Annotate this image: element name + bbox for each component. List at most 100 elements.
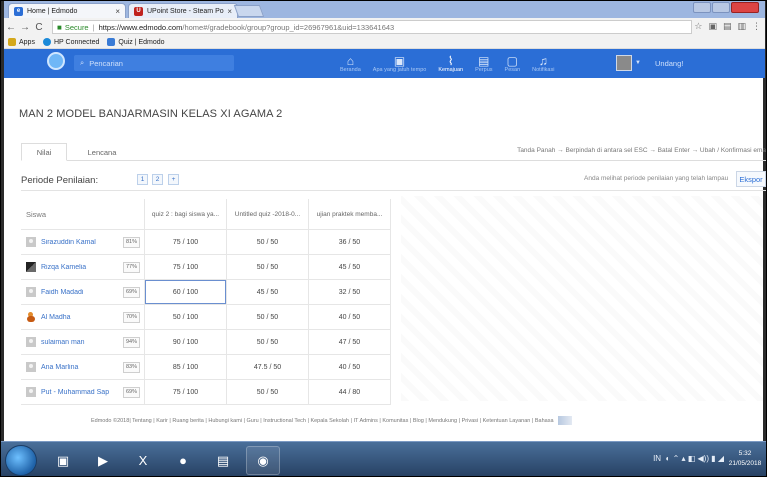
grade-cell[interactable]: 85 / 100 xyxy=(145,355,227,379)
extension-icon[interactable]: ▤ xyxy=(723,21,732,32)
menu-icon[interactable]: ⋮ xyxy=(752,21,761,32)
excel-taskbar-icon[interactable]: X xyxy=(126,446,160,475)
period-2-button[interactable]: 2 xyxy=(152,174,163,185)
edmodo-logo-icon[interactable] xyxy=(47,52,65,70)
grade-cell[interactable]: 90 / 100 xyxy=(145,330,227,354)
grade-cell[interactable]: 45 / 50 xyxy=(227,280,309,304)
system-clock[interactable]: 5:32 21/05/2018 xyxy=(728,449,762,469)
media-player-taskbar-icon[interactable]: ▶ xyxy=(86,446,120,475)
footer-link[interactable]: Mendukung xyxy=(428,418,457,424)
invite-link[interactable]: Undang! xyxy=(655,59,683,68)
grade-cell[interactable]: 50 / 100 xyxy=(145,305,227,329)
footer-link[interactable]: Privasi xyxy=(462,418,479,424)
tray-icons[interactable]: ◐ ⌃ ▴ ◧ ◀)) ▮ ◢ xyxy=(663,454,724,463)
user-avatar[interactable] xyxy=(616,55,632,71)
student-name[interactable]: Rizqa Kamelia xyxy=(41,264,123,271)
period-1-button[interactable]: 1 xyxy=(137,174,148,185)
back-arrow-icon[interactable]: ← xyxy=(4,22,18,33)
footer-link[interactable]: Karir xyxy=(156,418,168,424)
photo-viewer-taskbar-icon[interactable]: ▤ xyxy=(206,446,240,475)
footer-link[interactable]: Blog xyxy=(413,418,424,424)
footer-link[interactable]: Komunitas xyxy=(382,418,408,424)
grade-cell[interactable]: 50 / 50 xyxy=(227,230,309,254)
nav-kemajuan[interactable]: ⌇ Kemajuan xyxy=(432,49,469,78)
chevron-down-icon[interactable]: ▼ xyxy=(635,60,641,66)
bookmark-hp-connected[interactable]: HP Connected xyxy=(42,38,99,46)
new-tab-button[interactable] xyxy=(233,5,265,17)
maximize-button[interactable] xyxy=(712,2,730,13)
student-name[interactable]: Put - Muhammad Sap xyxy=(41,389,123,396)
student-cell[interactable]: Ana Marlina 83% xyxy=(21,355,145,379)
tab-nilai[interactable]: Nilai xyxy=(21,143,67,161)
nav-pesan[interactable]: ▢ Pesan xyxy=(499,49,527,78)
extension-icon[interactable]: ▣ xyxy=(708,21,717,32)
footer-link[interactable]: IT Admins xyxy=(353,418,377,424)
browser-tab-edmodo[interactable]: e Home | Edmodo × xyxy=(8,3,126,18)
export-button[interactable]: Ekspor xyxy=(736,171,766,187)
nav-due[interactable]: ▣ Apa yang jatuh tempo xyxy=(367,49,433,78)
footer-link[interactable]: Guru xyxy=(247,418,259,424)
student-cell[interactable]: Al Madha 70% xyxy=(21,305,145,329)
grade-cell[interactable]: 75 / 100 xyxy=(145,255,227,279)
extension-icon[interactable]: ▥ xyxy=(737,21,746,32)
grade-cell[interactable]: 47 / 50 xyxy=(309,330,391,354)
student-name[interactable]: Faidh Madadi xyxy=(41,289,123,296)
nav-perpus[interactable]: ▤ Perpus xyxy=(469,49,498,78)
url-bar[interactable]: ■ Secure | https://www.edmodo.com /home#… xyxy=(52,20,692,34)
student-name[interactable]: Al Madha xyxy=(41,314,123,321)
column-header-ujian-praktek[interactable]: ujian praktek memba... xyxy=(309,199,391,229)
footer-link[interactable]: Bahasa xyxy=(535,418,554,424)
column-header-untitled-quiz[interactable]: Untitled quiz -2018-0... xyxy=(227,199,309,229)
grade-cell[interactable]: 45 / 50 xyxy=(309,255,391,279)
nav-beranda[interactable]: ⌂ Beranda xyxy=(334,49,367,78)
close-tab-icon[interactable]: × xyxy=(115,7,120,16)
grade-cell[interactable]: 75 / 100 xyxy=(145,230,227,254)
grade-cell[interactable]: 40 / 50 xyxy=(309,305,391,329)
reload-icon[interactable]: C xyxy=(32,22,46,33)
grade-cell[interactable]: 75 / 100 xyxy=(145,380,227,404)
close-window-button[interactable] xyxy=(731,2,759,13)
nav-notifikasi[interactable]: ♫ Notifikasi xyxy=(526,49,560,78)
column-header-quiz2[interactable]: quiz 2 : bagi siswa ya... xyxy=(145,199,227,229)
chrome-taskbar-icon[interactable]: ◉ xyxy=(246,446,280,475)
grade-cell[interactable]: 36 / 50 xyxy=(309,230,391,254)
footer-link[interactable]: Kepala Sekolah xyxy=(310,418,349,424)
add-period-button[interactable]: + xyxy=(168,174,179,185)
student-name[interactable]: Ana Marlina xyxy=(41,364,123,371)
footer-link[interactable]: Ketentuan Layanan xyxy=(483,418,531,424)
grade-cell[interactable]: 47.5 / 50 xyxy=(227,355,309,379)
language-indicator[interactable]: IN xyxy=(653,454,661,463)
grade-cell[interactable]: 44 / 80 xyxy=(309,380,391,404)
explorer-taskbar-icon[interactable]: ▣ xyxy=(46,446,80,475)
minimize-button[interactable] xyxy=(693,2,711,13)
grade-cell[interactable]: 50 / 50 xyxy=(227,255,309,279)
close-tab-icon[interactable]: × xyxy=(227,7,232,16)
browser-tab-upoint[interactable]: U UPoint Store - Steam Po × xyxy=(128,3,238,18)
bookmark-star-icon[interactable]: ☆ xyxy=(694,21,702,32)
paint-taskbar-icon[interactable]: ● xyxy=(166,446,200,475)
forward-arrow-icon[interactable]: → xyxy=(18,22,32,33)
footer-link[interactable]: Hubungi kami xyxy=(208,418,242,424)
grade-cell[interactable]: 32 / 50 xyxy=(309,280,391,304)
grade-cell[interactable]: 50 / 50 xyxy=(227,380,309,404)
footer-link[interactable]: Ruang berita xyxy=(172,418,204,424)
tab-lencana[interactable]: Lencana xyxy=(71,143,133,161)
search-input[interactable]: ⌕ Pencarian xyxy=(74,55,234,71)
footer-link[interactable]: Tentang xyxy=(132,418,152,424)
footer-link[interactable]: Instructional Tech xyxy=(263,418,306,424)
student-cell[interactable]: Rizqa Kamelia 77% xyxy=(21,255,145,279)
bookmark-quiz-edmodo[interactable]: Quiz | Edmodo xyxy=(107,38,165,46)
student-cell[interactable]: Faidh Madadi 69% xyxy=(21,280,145,304)
bookmark-apps[interactable]: Apps xyxy=(8,38,35,46)
student-cell[interactable]: sulaiman man 94% xyxy=(21,330,145,354)
start-button[interactable] xyxy=(5,445,37,476)
language-flag-icon[interactable] xyxy=(557,416,572,425)
student-cell[interactable]: Put - Muhammad Sap 69% xyxy=(21,380,145,404)
student-cell[interactable]: Sirazuddin Kamal 81% xyxy=(21,230,145,254)
grade-cell[interactable]: 40 / 50 xyxy=(309,355,391,379)
student-name[interactable]: Sirazuddin Kamal xyxy=(41,239,123,246)
grade-cell[interactable]: 50 / 50 xyxy=(227,305,309,329)
student-name[interactable]: sulaiman man xyxy=(41,339,123,346)
grade-cell[interactable]: 50 / 50 xyxy=(227,330,309,354)
grade-cell-focused[interactable]: 60 / 100 xyxy=(145,280,227,304)
